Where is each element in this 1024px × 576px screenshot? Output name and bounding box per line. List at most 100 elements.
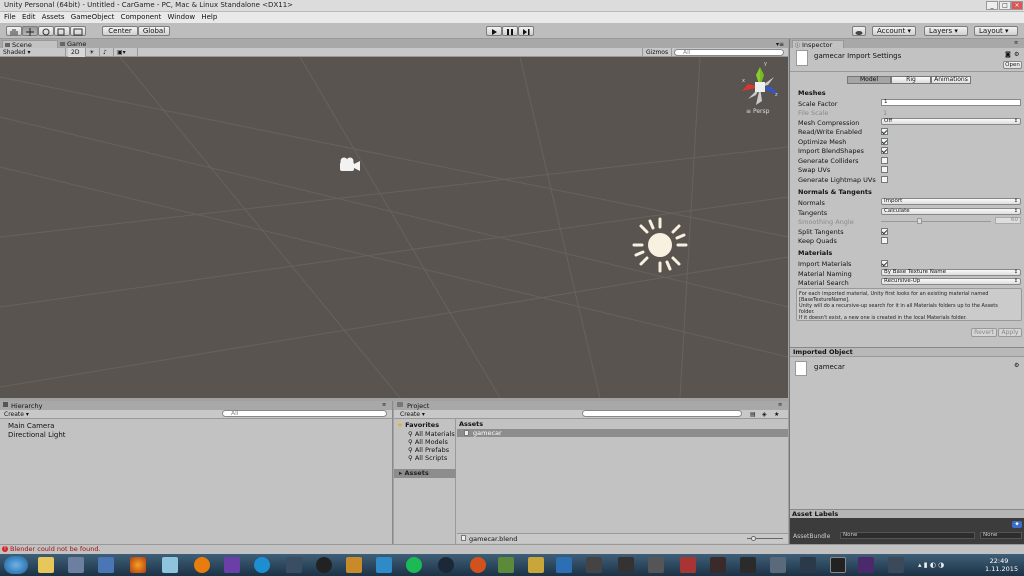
explorer-icon[interactable] [38,557,54,573]
gizmos-dropdown[interactable]: Gizmos ▾ [642,48,672,65]
pause-button[interactable] [502,26,518,36]
cloud-button[interactable] [852,26,866,36]
gear-icon[interactable]: ⚙ [1014,362,1019,369]
filter-label-icon[interactable]: ◈ [762,411,767,418]
menu-gameobject[interactable]: GameObject [71,12,115,23]
favorite-item[interactable]: ⚲ All Models [408,438,448,446]
audio-toggle[interactable]: ♪ [100,48,114,57]
camera-gizmo-icon[interactable] [338,157,362,173]
light-gizmo-icon[interactable] [632,217,688,273]
generate-colliders-checkbox[interactable] [881,157,888,164]
layout-dropdown[interactable]: Layout ▾ [974,26,1018,36]
hierarchy-tab[interactable]: Hierarchy ≡ [0,401,392,410]
tab-model[interactable]: Model [847,76,891,84]
slider-thumb[interactable] [751,536,756,541]
material-naming-dropdown[interactable]: By Base Texture Name [881,269,1021,276]
favorites-header[interactable]: ★ Favorites [397,421,439,429]
read-write-checkbox[interactable] [881,128,888,135]
open-button[interactable]: Open [1003,61,1022,69]
taskbar-app-icon[interactable] [888,557,904,573]
optimize-mesh-checkbox[interactable] [881,138,888,145]
taskbar-app-icon[interactable] [740,557,756,573]
taskbar-app-icon[interactable] [680,557,696,573]
taskbar-app-icon[interactable] [286,557,302,573]
minimize-button[interactable]: _ [986,1,998,10]
material-search-dropdown[interactable]: Recursive-Up [881,278,1021,285]
favorite-item[interactable]: ⚲ All Scripts [408,454,447,462]
smoothing-angle-input[interactable]: 60 [995,217,1021,224]
taskbar-app-icon[interactable] [858,557,874,573]
start-button[interactable] [4,556,28,574]
move-tool-button[interactable] [22,26,38,36]
hierarchy-item[interactable]: Directional Light [8,431,66,439]
scale-factor-input[interactable]: 1 [881,99,1021,106]
menu-edit[interactable]: Edit [22,12,36,23]
rotate-tool-button[interactable] [38,26,54,36]
orientation-gizmo[interactable] [738,65,782,109]
clock[interactable]: 22:49 1.11.2015 [985,557,1018,573]
split-tangents-checkbox[interactable] [881,228,888,235]
hierarchy-search-input[interactable]: All [222,410,387,417]
favorite-item[interactable]: ⚲ All Prefabs [408,446,449,454]
taskbar-app-icon[interactable] [800,557,816,573]
maximize-button[interactable]: □ [999,1,1011,10]
rect-tool-button[interactable] [70,26,86,36]
smoothing-slider-thumb[interactable] [917,218,922,224]
import-blendshapes-checkbox[interactable] [881,147,888,154]
mesh-compression-dropdown[interactable]: Off [881,118,1021,125]
favorite-item[interactable]: ⚲ All Materials [408,430,455,438]
steam-icon[interactable] [438,557,454,573]
panel-menu-icon[interactable]: ▾≡ [776,41,784,48]
taskbar-app-icon[interactable] [770,557,786,573]
step-button[interactable] [518,26,534,36]
unity-icon[interactable] [316,557,332,573]
keep-quads-checkbox[interactable] [881,237,888,244]
minecraft-icon[interactable] [498,557,514,573]
smoothing-slider-track[interactable] [881,221,991,222]
unity-icon[interactable] [830,557,846,573]
menu-window[interactable]: Window [168,12,196,23]
revert-button[interactable]: Revert [971,328,997,337]
space-toggle[interactable]: Global [138,26,170,36]
apply-button[interactable]: Apply [998,328,1022,337]
filter-type-icon[interactable]: ▤ [750,411,756,418]
scene-view[interactable]: x z y ≡ Persp [0,57,788,398]
import-materials-checkbox[interactable] [881,260,888,267]
tab-rig[interactable]: Rig [891,76,931,84]
tray-icons[interactable]: ▴ ▮ ◐ ◑ [918,561,944,569]
taskbar-app-icon[interactable] [648,557,664,573]
assets-folder[interactable]: ▸ Assets [394,469,456,478]
taskbar-app-icon[interactable] [710,557,726,573]
layers-dropdown[interactable]: Layers ▾ [924,26,968,36]
effects-dropdown[interactable]: ▣▾ [114,48,138,57]
scene-search-input[interactable]: All [674,49,784,56]
persp-label[interactable]: ≡ Persp [746,108,769,115]
close-button[interactable]: × [1011,1,1023,10]
label-tag-icon[interactable]: ⬥ [1012,521,1022,528]
origin-icon[interactable] [470,557,486,573]
hierarchy-create-dropdown[interactable]: Create ▾ [4,411,29,418]
panel-menu-icon[interactable]: ≡ [382,402,386,408]
hand-tool-button[interactable] [6,26,22,36]
hierarchy-item[interactable]: Main Camera [8,422,54,430]
asset-bundle-dropdown[interactable]: None [840,532,975,539]
taskbar-app-icon[interactable] [376,557,392,573]
tab-animations[interactable]: Animations [931,76,971,84]
tab-inspector[interactable]: ⓘ Inspector [792,40,844,49]
account-dropdown[interactable]: Account ▾ [872,26,916,36]
spotify-icon[interactable] [406,557,422,573]
gear-icon[interactable]: ⚙ [1014,51,1019,58]
firefox-icon[interactable] [130,557,146,573]
taskbar-app-icon[interactable] [556,557,572,573]
2d-toggle[interactable]: 2D [68,48,86,57]
normals-dropdown[interactable]: Import [881,198,1021,205]
asset-row-selected[interactable]: gamecar [457,429,788,437]
status-bar[interactable]: ! Blender could not be found. [0,544,1024,554]
menu-assets[interactable]: Assets [42,12,65,23]
taskbar-app-icon[interactable] [586,557,602,573]
taskbar-app-icon[interactable] [528,557,544,573]
scale-tool-button[interactable] [54,26,70,36]
menu-component[interactable]: Component [121,12,162,23]
shading-dropdown[interactable]: Shaded ▾ [0,48,66,57]
star-icon[interactable]: ★ [774,411,779,418]
